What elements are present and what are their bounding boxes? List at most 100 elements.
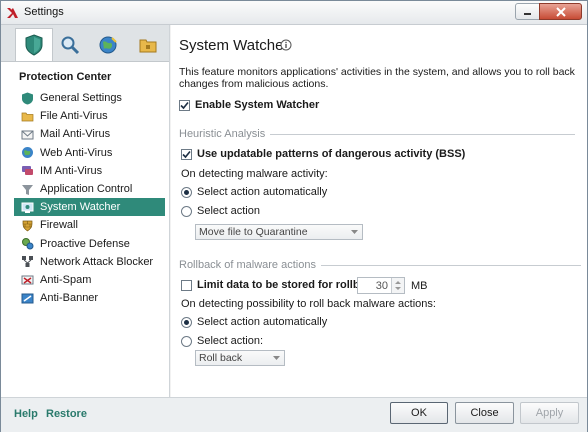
shield-icon xyxy=(25,34,43,56)
nav-item-web-anti-virus[interactable]: Web Anti-Virus xyxy=(14,144,165,162)
magnifier-icon xyxy=(61,36,80,55)
rollback-manual-radio[interactable] xyxy=(181,335,192,347)
checkmark-icon xyxy=(180,101,189,109)
section-title: Protection Center xyxy=(19,71,112,83)
nav-item-anti-banner[interactable]: Anti-Banner xyxy=(14,289,165,307)
window-controls xyxy=(515,3,582,20)
settings-window: Settings Protection Center General Setti… xyxy=(0,0,588,432)
heuristic-auto-radio-row[interactable]: Select action automatically xyxy=(181,186,327,198)
window-title: Settings xyxy=(24,6,64,18)
heuristic-action-select[interactable]: Move file to Quarantine xyxy=(195,224,363,240)
rollback-group-label: Rollback of malware actions xyxy=(179,259,581,271)
close-icon xyxy=(555,6,566,17)
nav-label: Proactive Defense xyxy=(40,237,130,250)
limit-data-stepper[interactable]: 30 xyxy=(357,277,405,294)
page-title: System Watcher xyxy=(179,37,289,54)
chat-icon xyxy=(22,166,33,176)
nav-item-system-watcher[interactable]: System Watcher xyxy=(14,198,165,217)
enable-system-watcher-row[interactable]: Enable System Watcher xyxy=(179,99,319,111)
heuristic-action-value: Move file to Quarantine xyxy=(199,226,308,238)
limit-data-checkbox[interactable] xyxy=(181,279,192,291)
rollback-auto-radio[interactable] xyxy=(181,316,192,328)
nav-label: Anti-Banner xyxy=(40,292,99,305)
gears-icon xyxy=(22,238,34,250)
nav-label: IM Anti-Virus xyxy=(40,164,103,177)
help-link[interactable]: Help xyxy=(14,408,38,420)
close-button[interactable]: Close xyxy=(455,402,514,424)
nav-label: Anti-Spam xyxy=(40,273,92,286)
checkmark-icon xyxy=(182,150,191,158)
heuristic-manual-radio-row[interactable]: Select action xyxy=(181,205,260,217)
envelope-icon xyxy=(21,130,34,140)
nav-item-firewall[interactable]: Firewall xyxy=(14,216,165,234)
bottom-bar: Help Restore OK Close Apply xyxy=(1,397,587,432)
globe-icon xyxy=(99,36,117,54)
use-patterns-checkbox[interactable] xyxy=(181,148,192,160)
nav-item-anti-spam[interactable]: Anti-Spam xyxy=(14,271,165,289)
close-window-button[interactable] xyxy=(539,3,582,20)
enable-system-watcher-checkbox[interactable] xyxy=(179,99,190,111)
minimize-button[interactable] xyxy=(515,3,540,20)
firewall-icon xyxy=(22,220,33,232)
heuristic-auto-radio[interactable] xyxy=(181,186,192,198)
spam-icon xyxy=(21,275,34,285)
network-icon xyxy=(22,256,33,268)
enable-system-watcher-label: Enable System Watcher xyxy=(195,99,320,111)
stepper-buttons[interactable] xyxy=(391,278,404,293)
rollback-auto-radio-row[interactable]: Select action automatically xyxy=(181,316,327,328)
group-divider xyxy=(320,264,581,266)
banner-icon xyxy=(21,293,34,304)
nav-label: Firewall xyxy=(40,219,78,232)
nav-item-im-anti-virus[interactable]: IM Anti-Virus xyxy=(14,162,165,180)
app-logo-icon xyxy=(7,8,18,18)
nav-item-proactive-defense[interactable]: Proactive Defense xyxy=(14,235,165,253)
heuristic-manual-label: Select action xyxy=(197,205,260,217)
heuristic-manual-radio[interactable] xyxy=(181,205,192,217)
limit-data-row[interactable]: Limit data to be stored for rollback: xyxy=(181,279,382,291)
chevron-down-icon xyxy=(273,356,280,360)
rollback-action-value: Roll back xyxy=(199,352,243,364)
rollback-group-title: Rollback of malware actions xyxy=(179,259,316,271)
protection-nav: General Settings File Anti-Virus Mail An… xyxy=(14,89,165,307)
rollback-manual-radio-row[interactable]: Select action: xyxy=(181,335,263,347)
minimize-icon xyxy=(524,13,531,15)
nav-label: Mail Anti-Virus xyxy=(40,128,111,141)
nav-item-network-attack-blocker[interactable]: Network Attack Blocker xyxy=(14,253,165,271)
rollback-on-detect-text: On detecting possibility to roll back ma… xyxy=(181,298,436,310)
nav-item-general-settings[interactable]: General Settings xyxy=(14,89,165,107)
nav-label: Application Control xyxy=(40,183,133,196)
folder-icon xyxy=(139,39,157,53)
category-tabs xyxy=(1,25,169,62)
apply-button[interactable]: Apply xyxy=(520,402,579,424)
limit-data-unit: MB xyxy=(411,280,428,292)
funnel-icon xyxy=(22,184,33,195)
title-bar: Settings xyxy=(1,1,587,25)
shield-small-icon xyxy=(22,92,33,105)
limit-unit-text: MB xyxy=(411,280,428,292)
restore-link[interactable]: Restore xyxy=(46,408,87,420)
group-divider xyxy=(270,133,576,135)
monitor-icon xyxy=(21,202,34,213)
limit-data-value: 30 xyxy=(375,280,388,292)
globe-small-icon xyxy=(22,147,33,159)
use-patterns-row[interactable]: Use updatable patterns of dangerous acti… xyxy=(181,148,465,160)
nav-item-mail-anti-virus[interactable]: Mail Anti-Virus xyxy=(14,125,165,143)
tab-scan[interactable] xyxy=(51,29,89,61)
on-detect-malware-text: On detecting malware activity: xyxy=(181,168,328,180)
tab-protection[interactable] xyxy=(15,28,53,61)
folder-small-icon xyxy=(21,112,34,122)
rollback-action-select[interactable]: Roll back xyxy=(195,350,285,366)
tab-options[interactable] xyxy=(129,29,167,61)
tab-update[interactable] xyxy=(89,29,127,61)
heuristic-group-label: Heuristic Analysis xyxy=(179,128,576,140)
nav-item-file-anti-virus[interactable]: File Anti-Virus xyxy=(14,107,165,125)
ok-button[interactable]: OK xyxy=(390,402,448,424)
info-icon[interactable] xyxy=(280,39,292,51)
heuristic-group-title: Heuristic Analysis xyxy=(179,128,266,140)
heuristic-auto-label: Select action automatically xyxy=(197,186,328,198)
nav-item-application-control[interactable]: Application Control xyxy=(14,180,165,198)
nav-label: System Watcher xyxy=(40,201,121,214)
rollback-manual-label: Select action: xyxy=(197,335,264,347)
left-panel: Protection Center General Settings File … xyxy=(1,25,170,397)
use-patterns-label: Use updatable patterns of dangerous acti… xyxy=(197,148,466,160)
